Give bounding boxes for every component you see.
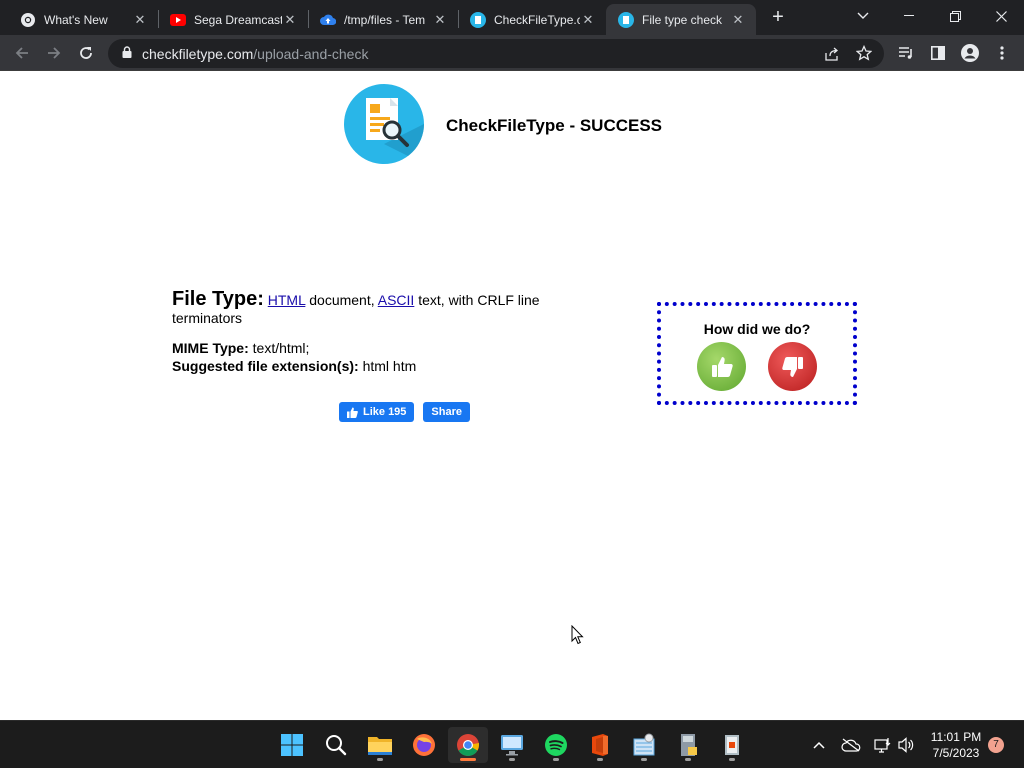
tab-strip: What's New ✕ Sega Dreamcast ✕ /tmp/files… [0, 0, 1024, 35]
close-tab-icon[interactable]: ✕ [282, 12, 298, 28]
bookmark-star-icon[interactable] [855, 44, 873, 66]
running-indicator [509, 758, 515, 761]
show-hidden-icons-icon[interactable] [809, 735, 829, 755]
office-icon[interactable] [580, 727, 620, 763]
close-tab-icon[interactable]: ✕ [730, 12, 746, 28]
mouse-cursor-icon [571, 624, 584, 650]
file-explorer-icon[interactable] [360, 727, 400, 763]
file-type-label: File Type: [172, 288, 264, 310]
ascii-link[interactable]: ASCII [378, 292, 415, 308]
thumbs-up-icon [347, 407, 358, 418]
extension-label: Suggested file extension(s): [172, 358, 359, 374]
web-page: CheckFileType - SUCCESS File Type: HTML … [0, 71, 1024, 720]
close-window-icon[interactable] [978, 0, 1024, 32]
tab-search-icon[interactable] [840, 0, 886, 32]
running-indicator [597, 758, 603, 761]
tab-file-type-check[interactable]: File type check ✕ [606, 4, 756, 35]
url-domain: checkfiletype.com [142, 45, 254, 62]
browser-toolbar: checkfiletype.com/upload-and-check [0, 35, 1024, 71]
extension-line: Suggested file extension(s): html htm [172, 357, 612, 375]
running-indicator [553, 758, 559, 761]
file-type-text: document, [305, 292, 378, 308]
firefox-icon[interactable] [404, 727, 444, 763]
new-tab-button[interactable]: + [766, 6, 790, 30]
checkfiletype-icon [470, 11, 486, 28]
html-link[interactable]: HTML [268, 292, 306, 308]
mime-type-value: text/html; [252, 340, 310, 356]
profile-avatar-icon[interactable] [958, 41, 982, 65]
notepad-app-icon[interactable] [712, 727, 752, 763]
page-title: CheckFileType - SUCCESS [446, 116, 663, 135]
tab-title: What's New [44, 12, 108, 27]
windows-taskbar: 11:01 PM 7/5/2023 7 [0, 720, 1024, 768]
running-indicator [377, 758, 383, 761]
tab-title: Sega Dreamcast [194, 12, 282, 27]
share-icon[interactable] [824, 46, 840, 67]
youtube-icon [170, 12, 186, 28]
url-path: /upload-and-check [253, 45, 369, 62]
tab-tmp-files[interactable]: /tmp/files - Tem ✕ [308, 4, 458, 35]
thumbs-up-button[interactable] [697, 342, 746, 391]
running-indicator [460, 758, 476, 761]
chrome-taskbar-icon[interactable] [448, 727, 488, 763]
windows-start-icon[interactable] [272, 727, 312, 763]
notification-badge[interactable]: 7 [988, 737, 1004, 753]
running-indicator [685, 758, 691, 761]
minimize-icon[interactable] [886, 0, 932, 32]
control-panel-icon[interactable] [624, 727, 664, 763]
thumbs-down-button[interactable] [768, 342, 817, 391]
remote-desktop-icon[interactable] [492, 727, 532, 763]
thumbs-up-icon [708, 353, 736, 381]
printer-app-icon[interactable] [668, 727, 708, 763]
tab-sega-dreamcast[interactable]: Sega Dreamcast ✕ [158, 4, 308, 35]
facebook-like-button[interactable]: Like 195 [339, 402, 415, 422]
checkfiletype-logo[interactable] [344, 84, 424, 164]
tab-whats-new[interactable]: What's New ✕ [8, 4, 158, 35]
feedback-question: How did we do? [703, 321, 811, 337]
clock-date: 7/5/2023 [932, 746, 980, 760]
close-tab-icon[interactable]: ✕ [432, 12, 448, 28]
checkfiletype-icon [618, 11, 634, 28]
file-type-result: File Type: HTML document, ASCII text, wi… [172, 288, 612, 375]
tab-title: CheckFileType.c [494, 12, 580, 27]
lock-icon[interactable] [122, 45, 132, 63]
mime-type-label: MIME Type: [172, 340, 249, 356]
tab-title: /tmp/files - Tem [344, 12, 426, 27]
running-indicator [641, 758, 647, 761]
feedback-box: How did we do? [657, 302, 857, 405]
address-bar[interactable]: checkfiletype.com/upload-and-check [108, 39, 884, 68]
close-tab-icon[interactable]: ✕ [132, 12, 148, 28]
close-tab-icon[interactable]: ✕ [580, 12, 596, 28]
search-icon[interactable] [316, 727, 356, 763]
onedrive-offline-icon[interactable] [841, 735, 861, 755]
side-panel-icon[interactable] [926, 41, 950, 65]
back-icon[interactable] [10, 41, 34, 65]
media-control-icon[interactable] [894, 41, 918, 65]
facebook-share-button[interactable]: Share [423, 402, 470, 422]
like-count-label: Like 195 [363, 406, 407, 418]
network-icon[interactable] [873, 735, 893, 755]
reload-icon[interactable] [74, 41, 98, 65]
clock-time: 11:01 PM [930, 730, 982, 744]
browser-menu-icon[interactable] [990, 41, 1014, 65]
system-clock[interactable]: 11:01 PM 7/5/2023 [924, 729, 988, 761]
extension-value: html htm [362, 358, 417, 374]
forward-icon[interactable] [42, 41, 66, 65]
volume-icon[interactable] [896, 735, 916, 755]
spotify-icon[interactable] [536, 727, 576, 763]
cloud-upload-icon [320, 12, 336, 28]
file-type-line: File Type: HTML document, ASCII text, wi… [172, 288, 612, 327]
facebook-buttons: Like 195 Share [339, 402, 470, 422]
chrome-icon [20, 12, 36, 28]
mime-type-line: MIME Type: text/html; [172, 339, 612, 357]
tab-title: File type check [642, 12, 723, 27]
running-indicator [729, 758, 735, 761]
tab-checkfiletype[interactable]: CheckFileType.c ✕ [458, 4, 606, 35]
restore-icon[interactable] [932, 0, 978, 32]
thumbs-down-icon [779, 353, 807, 381]
